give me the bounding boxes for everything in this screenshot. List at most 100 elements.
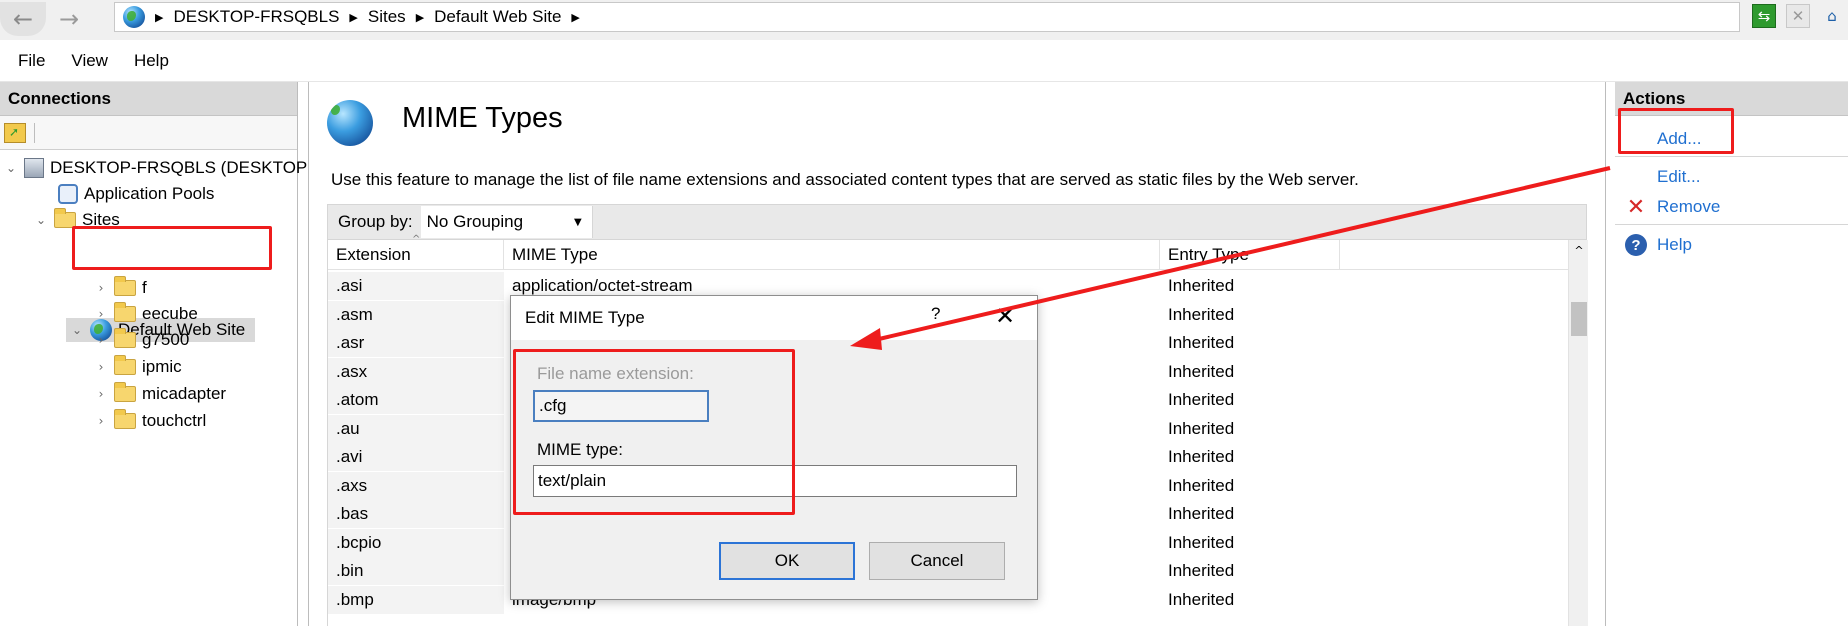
dialog-titlebar: Edit MIME Type <box>511 296 1037 340</box>
tree-item-server[interactable]: ⌄ DESKTOP-FRSQBLS (DESKTOP <box>4 156 307 180</box>
entry-type-cell: Inherited <box>1168 589 1235 609</box>
vertical-scrollbar[interactable]: ^ <box>1568 240 1588 626</box>
tree-child-label: eecube <box>142 304 198 323</box>
chevron-right-icon[interactable]: › <box>94 387 108 401</box>
breadcrumb-site[interactable]: Default Web Site <box>434 7 561 27</box>
scroll-up-arrow-icon[interactable]: ^ <box>1569 244 1589 262</box>
close-icon[interactable]: ✕ <box>995 302 1015 330</box>
tree-child-label: f <box>142 278 147 297</box>
breadcrumb-sites[interactable]: Sites <box>368 7 406 27</box>
back-arrow-icon[interactable]: ← <box>0 2 46 36</box>
extension-cell: .avi <box>328 443 504 471</box>
sort-ascending-icon: ^ <box>412 234 421 245</box>
tree-item-site-child[interactable]: › touchctrl <box>94 409 206 433</box>
edit-link[interactable]: Edit... <box>1657 167 1700 187</box>
extension-cell: .atom <box>328 386 504 414</box>
column-header-entry-type[interactable]: Entry Type <box>1160 240 1340 270</box>
entry-type-cell: Inherited <box>1168 475 1235 495</box>
home-icon[interactable]: ⌂ <box>1820 4 1844 28</box>
column-header-mime-type[interactable]: MIME Type <box>504 240 1160 270</box>
entry-type-cell: Inherited <box>1168 418 1235 438</box>
chevron-down-icon[interactable]: ⌄ <box>34 213 48 227</box>
chevron-right-icon[interactable]: ▶ <box>416 11 424 24</box>
add-action[interactable]: Add... <box>1625 126 1701 152</box>
remove-x-icon: ✕ <box>1626 194 1646 220</box>
breadcrumb[interactable]: ▶ DESKTOP-FRSQBLS ▶ Sites ▶ Default Web … <box>114 2 1740 32</box>
remove-link[interactable]: Remove <box>1657 197 1720 217</box>
chevron-down-icon[interactable]: ⌄ <box>4 161 18 175</box>
cancel-button[interactable]: Cancel <box>869 542 1005 580</box>
tree-child-label: g7500 <box>142 330 190 349</box>
dropdown-caret-icon: ▼ <box>573 216 582 228</box>
extension-cell: .asm <box>328 300 504 329</box>
group-by-select[interactable]: No Grouping ▼ <box>420 206 593 238</box>
table-header: Extension ^ MIME Type Entry Type <box>328 234 1568 270</box>
folder-icon <box>114 302 136 322</box>
actions-divider <box>1615 156 1848 157</box>
actions-title: Actions <box>1615 82 1848 116</box>
tree-item-site-child[interactable]: › eecube <box>94 302 198 326</box>
extension-cell: .bmp <box>328 585 504 614</box>
tree-item-site-child[interactable]: › g7500 <box>94 328 189 352</box>
menu-bar: File View Help <box>0 40 1848 82</box>
connect-icon[interactable]: ➚ <box>4 122 26 143</box>
dialog-help-button[interactable]: ? <box>931 304 940 324</box>
folder-icon <box>114 409 136 429</box>
folder-icon <box>114 276 136 296</box>
chevron-right-icon[interactable]: › <box>94 414 108 428</box>
help-question-icon: ? <box>1625 234 1647 256</box>
extension-cell: .asr <box>328 329 504 357</box>
tree-item-app-pools[interactable]: Application Pools <box>58 182 214 206</box>
extension-cell: .bcpio <box>328 528 504 557</box>
entry-type-cell: Inherited <box>1168 447 1235 466</box>
chevron-right-icon[interactable]: › <box>94 333 108 347</box>
chevron-right-icon[interactable]: ▶ <box>571 11 579 24</box>
tree-item-site-child[interactable]: › micadapter <box>94 382 226 406</box>
chevron-right-icon[interactable]: ▶ <box>349 11 357 24</box>
scrollbar-thumb[interactable] <box>1571 302 1587 336</box>
dialog-title: Edit MIME Type <box>525 308 645 327</box>
forward-arrow-icon[interactable]: → <box>46 2 92 36</box>
refresh-icon[interactable]: ⇆ <box>1752 4 1776 28</box>
add-link[interactable]: Add... <box>1657 129 1701 149</box>
remove-action[interactable]: ✕ Remove <box>1625 194 1721 220</box>
connections-panel: Connections ➚ ⌄ DESKTOP-FRSQBLS (DESKTOP… <box>0 82 307 626</box>
column-header-extension[interactable]: Extension ^ <box>328 234 504 270</box>
extension-cell: .bas <box>328 500 504 528</box>
entry-type-cell: Inherited <box>1168 532 1235 552</box>
connections-title: Connections <box>0 82 297 116</box>
app-pools-label: Application Pools <box>84 184 215 203</box>
chevron-right-icon[interactable]: › <box>94 281 108 295</box>
help-link[interactable]: Help <box>1657 235 1692 255</box>
menu-view[interactable]: View <box>71 51 108 71</box>
breadcrumb-server[interactable]: DESKTOP-FRSQBLS <box>173 7 339 27</box>
ok-button[interactable]: OK <box>719 542 855 580</box>
entry-type-cell: Inherited <box>1168 390 1235 409</box>
tree-item-site-child[interactable]: › f <box>94 276 147 300</box>
page-title: MIME Types <box>402 102 563 134</box>
address-toolbar: ← → ▶ DESKTOP-FRSQBLS ▶ Sites ▶ Default … <box>0 0 1848 40</box>
edit-action[interactable]: Edit... <box>1625 164 1700 190</box>
extension-cell: .asi <box>328 272 504 300</box>
group-by-label: Group by: <box>338 212 413 231</box>
help-action[interactable]: ? Help <box>1625 232 1692 258</box>
extension-cell: .asx <box>328 357 504 386</box>
chevron-right-icon[interactable]: › <box>94 360 108 374</box>
menu-help[interactable]: Help <box>134 51 169 71</box>
menu-file[interactable]: File <box>18 51 45 71</box>
extension-field[interactable]: .cfg <box>533 390 709 422</box>
tree-child-label: touchctrl <box>142 411 207 430</box>
chevron-right-icon[interactable]: › <box>94 307 108 321</box>
tree-item-sites[interactable]: ⌄ Sites <box>34 208 120 232</box>
stop-icon[interactable]: ✕ <box>1786 4 1810 28</box>
extension-cell: .bin <box>328 557 504 585</box>
chevron-right-icon[interactable]: ▶ <box>155 11 163 24</box>
globe-icon <box>327 100 373 146</box>
folder-icon <box>114 382 136 402</box>
chevron-down-icon[interactable]: ⌄ <box>70 323 84 337</box>
mime-type-field[interactable]: text/plain <box>533 465 1017 497</box>
entry-type-cell: Inherited <box>1168 361 1235 381</box>
group-by-value: No Grouping <box>426 212 524 231</box>
server-icon <box>24 158 44 178</box>
tree-item-site-child[interactable]: › ipmic <box>94 355 182 379</box>
